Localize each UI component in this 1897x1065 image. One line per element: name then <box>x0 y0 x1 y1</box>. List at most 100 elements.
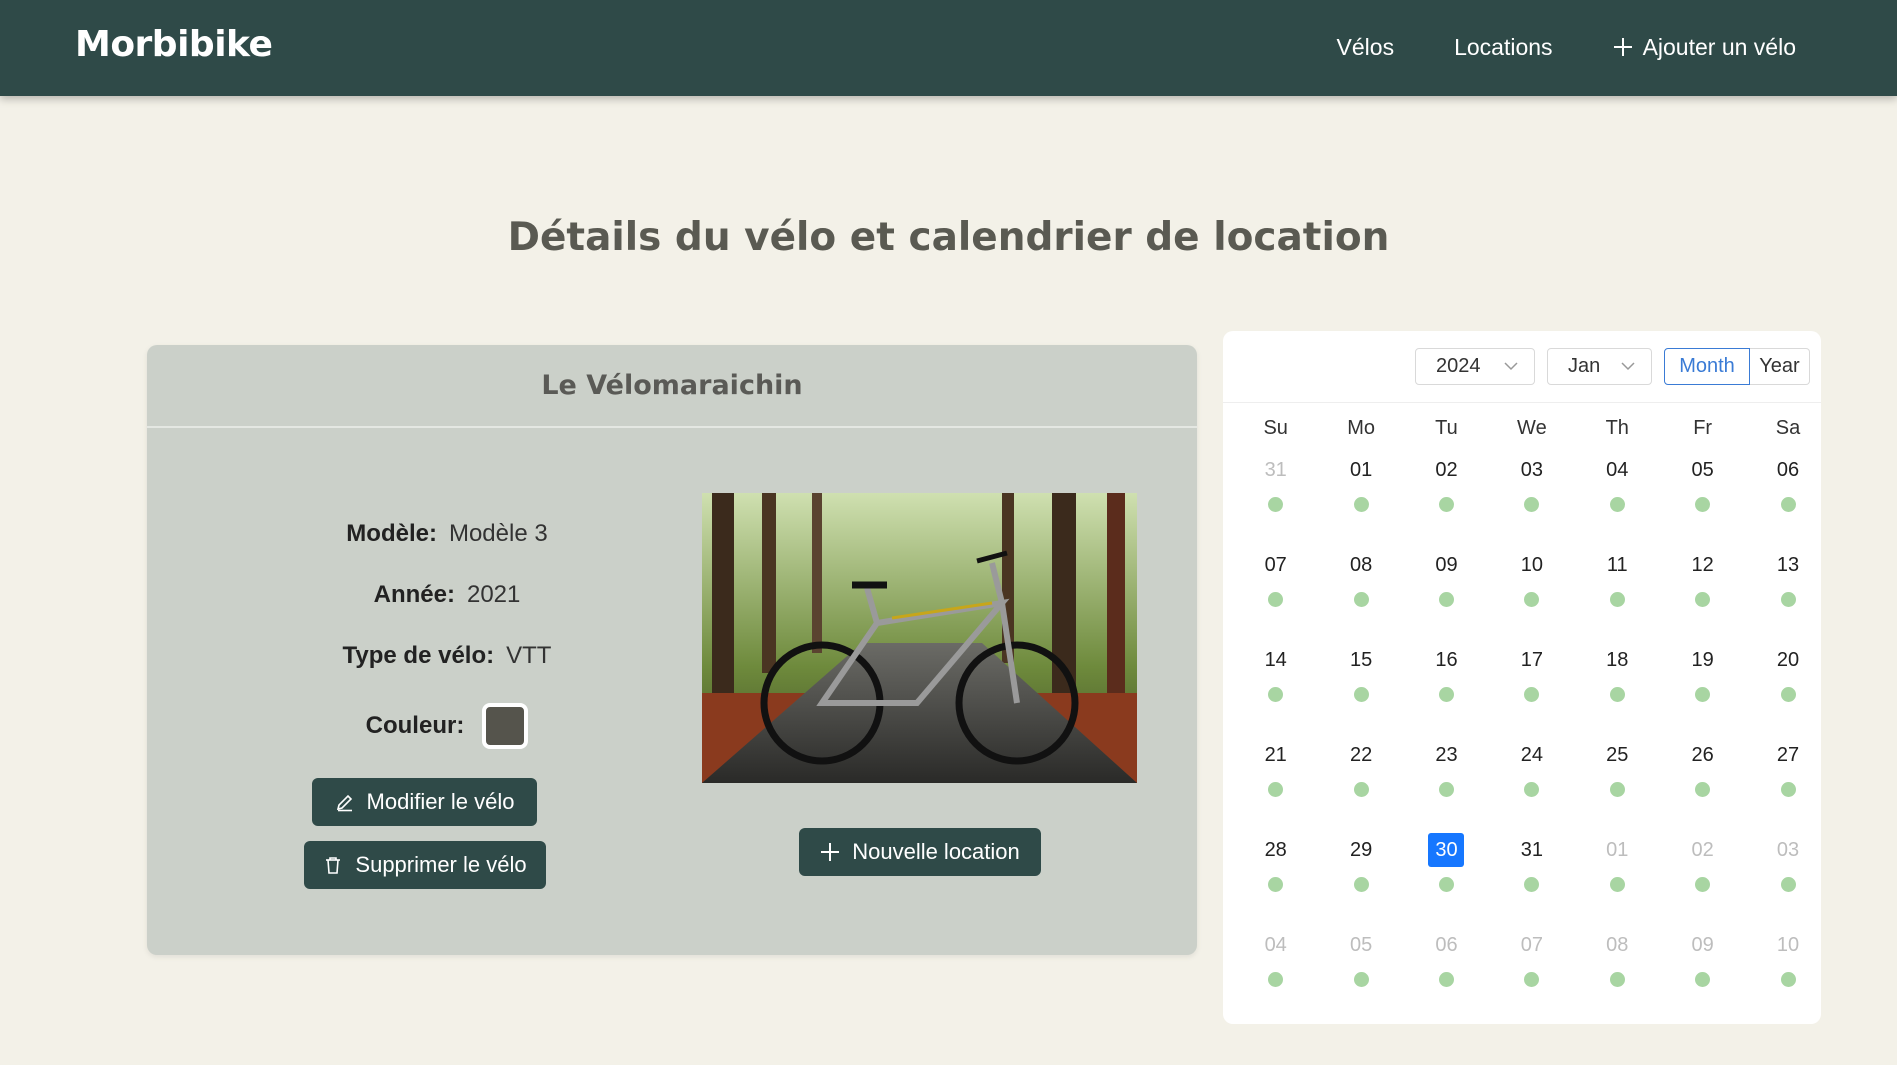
day-cell[interactable]: 02 <box>1404 453 1489 548</box>
year-label: Année: <box>373 581 455 608</box>
plus-icon <box>821 843 840 861</box>
availability-dot <box>1780 782 1796 797</box>
day-cell[interactable]: 20 <box>1745 643 1830 738</box>
nav-link-label: Ajouter un vélo <box>1642 34 1796 60</box>
day-cell[interactable]: 27 <box>1745 738 1830 833</box>
day-number: 10 <box>1776 933 1800 956</box>
day-cell[interactable]: 08 <box>1575 928 1660 1023</box>
availability-dot <box>1780 497 1796 512</box>
day-cell[interactable]: 05 <box>1318 928 1403 1023</box>
weekday-header: Su Mo Tu We Th Fr Sa <box>1233 417 1831 440</box>
availability-dot <box>1695 687 1711 702</box>
day-cell[interactable]: 01 <box>1318 453 1403 548</box>
year-row: Année: 2021 <box>297 581 597 609</box>
trash-icon <box>326 857 341 874</box>
day-number: 05 <box>1691 458 1714 481</box>
nav-link-locations[interactable]: Locations <box>1454 34 1552 61</box>
day-cell[interactable]: 23 <box>1404 738 1489 833</box>
availability-dot <box>1524 687 1540 702</box>
availability-dot <box>1268 497 1284 512</box>
day-grid: 31 01 02 03 04 05 06 07 08 09 10 11 12 1… <box>1233 453 1831 1023</box>
day-cell[interactable]: 06 <box>1404 928 1489 1023</box>
day-cell[interactable]: 22 <box>1318 738 1403 833</box>
edit-bike-button[interactable]: Modifier le vélo <box>312 778 537 826</box>
year-value: 2021 <box>466 581 521 608</box>
day-cell[interactable]: 10 <box>1745 928 1830 1023</box>
day-cell[interactable]: 31 <box>1233 453 1318 548</box>
mode-month-button[interactable]: Month <box>1664 348 1750 385</box>
day-cell[interactable]: 04 <box>1575 453 1660 548</box>
availability-dot <box>1609 782 1625 797</box>
day-cell[interactable]: 28 <box>1233 833 1318 928</box>
main-nav: Vélos Locations Ajouter un vélo <box>1277 34 1796 61</box>
month-select-value: Jan <box>1568 355 1601 377</box>
day-number: 31 <box>1264 458 1287 481</box>
day-cell[interactable]: 03 <box>1745 833 1830 928</box>
year-select[interactable]: 2024 <box>1415 348 1535 385</box>
day-cell[interactable]: 24 <box>1489 738 1574 833</box>
day-number: 14 <box>1264 648 1287 671</box>
availability-dot <box>1609 497 1625 512</box>
nav-link-add-bike[interactable]: Ajouter un vélo <box>1613 34 1796 61</box>
page-title: Détails du vélo et calendrier de locatio… <box>507 215 1390 260</box>
day-cell-today[interactable]: 30 <box>1404 833 1489 928</box>
availability-dot <box>1695 497 1711 512</box>
day-cell[interactable]: 25 <box>1575 738 1660 833</box>
week-row: 14 15 16 17 18 19 20 <box>1233 643 1831 738</box>
day-number: 01 <box>1606 838 1629 861</box>
day-number: 27 <box>1776 743 1800 766</box>
day-cell[interactable]: 31 <box>1489 833 1574 928</box>
availability-dot <box>1609 687 1625 702</box>
week-row: 04 05 06 07 08 09 10 <box>1233 928 1831 1023</box>
color-label: Couleur: <box>365 712 465 739</box>
availability-dot <box>1780 972 1796 987</box>
availability-dot <box>1438 782 1454 797</box>
day-cell[interactable]: 08 <box>1318 548 1403 643</box>
delete-bike-button[interactable]: Supprimer le vélo <box>304 841 546 889</box>
card-header: Le Vélomaraichin <box>147 345 1197 428</box>
day-cell[interactable]: 14 <box>1233 643 1318 738</box>
day-cell[interactable]: 01 <box>1575 833 1660 928</box>
day-cell[interactable]: 21 <box>1233 738 1318 833</box>
day-cell[interactable]: 04 <box>1233 928 1318 1023</box>
nav-link-velos[interactable]: Vélos <box>1337 34 1395 61</box>
day-cell[interactable]: 15 <box>1318 643 1403 738</box>
availability-dot <box>1524 877 1540 892</box>
day-cell[interactable]: 19 <box>1660 643 1745 738</box>
month-select[interactable]: Jan <box>1547 348 1652 385</box>
availability-dot <box>1353 972 1369 987</box>
day-cell[interactable]: 16 <box>1404 643 1489 738</box>
day-cell[interactable]: 11 <box>1575 548 1660 643</box>
day-cell[interactable]: 02 <box>1660 833 1745 928</box>
week-row: 07 08 09 10 11 12 13 <box>1233 548 1831 643</box>
day-number: 31 <box>1520 838 1543 861</box>
weekday-label: Th <box>1605 417 1629 439</box>
day-cell[interactable]: 18 <box>1575 643 1660 738</box>
day-cell[interactable]: 09 <box>1660 928 1745 1023</box>
day-cell[interactable]: 26 <box>1660 738 1745 833</box>
day-cell[interactable]: 05 <box>1660 453 1745 548</box>
day-cell[interactable]: 07 <box>1233 548 1318 643</box>
nav-link-label: Locations <box>1454 34 1553 60</box>
day-cell[interactable]: 06 <box>1745 453 1830 548</box>
new-rental-button[interactable]: Nouvelle location <box>799 828 1041 876</box>
day-cell[interactable]: 17 <box>1489 643 1574 738</box>
chevron-down-icon <box>1504 362 1518 371</box>
day-cell[interactable]: 13 <box>1745 548 1830 643</box>
day-cell[interactable]: 09 <box>1404 548 1489 643</box>
brand-logo[interactable]: Morbibike <box>75 24 273 65</box>
week-row: 31 01 02 03 04 05 06 <box>1233 453 1831 548</box>
day-cell[interactable]: 07 <box>1489 928 1574 1023</box>
day-number: 13 <box>1776 553 1800 576</box>
availability-dot <box>1353 782 1369 797</box>
day-number: 16 <box>1435 648 1458 671</box>
day-cell[interactable]: 03 <box>1489 453 1574 548</box>
day-cell[interactable]: 12 <box>1660 548 1745 643</box>
day-number: 01 <box>1349 458 1373 481</box>
day-cell[interactable]: 10 <box>1489 548 1574 643</box>
availability-dot <box>1695 972 1711 987</box>
rental-calendar: 2024 Jan Month Year Su Mo Tu We Th Fr Sa… <box>1223 331 1821 1024</box>
weekday-label: We <box>1517 417 1547 439</box>
mode-year-button[interactable]: Year <box>1750 348 1810 385</box>
day-cell[interactable]: 29 <box>1318 833 1403 928</box>
